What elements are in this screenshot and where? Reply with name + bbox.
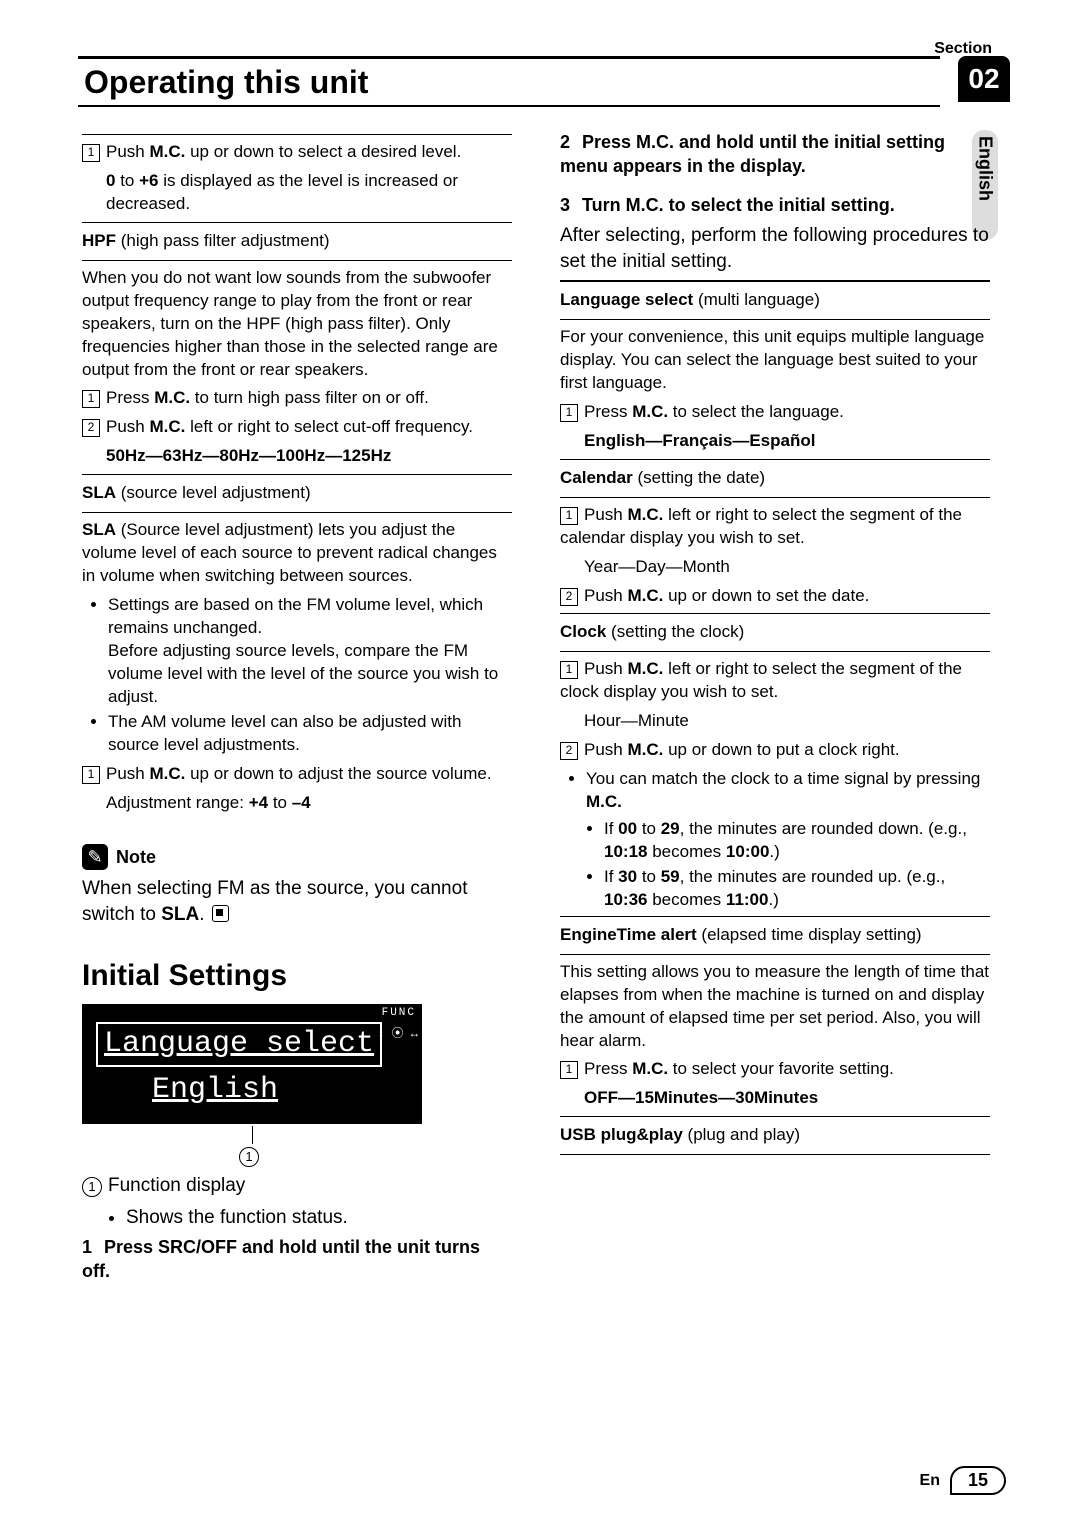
language-options: English—Français—Español	[584, 431, 815, 450]
step-index-icon: 2	[560, 588, 578, 606]
callout-pointer: 1	[82, 1126, 422, 1167]
clock-round-up: If 30 to 59, the minutes are rounded up.…	[604, 866, 990, 912]
clock-round-down: If 00 to 29, the minutes are rounded dow…	[604, 818, 990, 864]
initial-settings-heading: Initial Settings	[82, 956, 512, 997]
step-3: 3Turn M.C. to select the initial setting…	[560, 193, 990, 217]
loudness-step: Push M.C. up or down to select a desired…	[106, 142, 461, 161]
page-title: Operating this unit	[84, 64, 368, 101]
step-index-icon: 1	[560, 661, 578, 679]
step-2: 2Press M.C. and hold until the initial s…	[560, 130, 990, 179]
enginetime-description: This setting allows you to measure the l…	[560, 961, 990, 1053]
hpf-frequencies: 50Hz—63Hz—80Hz—100Hz—125Hz	[106, 446, 391, 465]
usb-heading: USB plug&play (plug and play)	[560, 1121, 990, 1150]
end-icon	[212, 905, 229, 922]
loudness-range: 0 to +6 is displayed as the level is inc…	[82, 170, 512, 216]
page-number: 15	[950, 1466, 1006, 1495]
right-column: 2Press M.C. and hold until the initial s…	[560, 130, 990, 1159]
sla-range: Adjustment range: +4 to –4	[82, 792, 512, 815]
step-index-icon: 1	[560, 404, 578, 422]
step-index-icon: 2	[560, 742, 578, 760]
enginetime-options: OFF—15Minutes—30Minutes	[584, 1088, 818, 1107]
enginetime-heading: EngineTime alert (elapsed time display s…	[560, 921, 990, 950]
step-index-icon: 1	[560, 1061, 578, 1079]
step-index-icon: 1	[82, 144, 100, 162]
page-footer: En 15	[920, 1466, 1006, 1495]
callout-index-icon: 1	[82, 1177, 102, 1197]
hpf-heading: HPF (high pass filter adjustment)	[82, 227, 512, 256]
step-3-after: After selecting, perform the following p…	[560, 223, 990, 274]
hpf-description: When you do not want low sounds from the…	[82, 267, 512, 382]
section-number: 02	[958, 56, 1010, 102]
step-index-icon: 2	[82, 419, 100, 437]
callout-bullet: Shows the function status.	[126, 1205, 512, 1231]
step-index-icon: 1	[82, 390, 100, 408]
callout-label: Function display	[108, 1175, 245, 1196]
calendar-heading: Calendar (setting the date)	[560, 464, 990, 493]
language-select-heading: Language select (multi language)	[560, 286, 990, 315]
step-index-icon: 1	[560, 507, 578, 525]
step-index-icon: 1	[82, 766, 100, 784]
page-header: Operating this unit	[78, 56, 940, 107]
step-1: 1Press SRC/OFF and hold until the unit t…	[82, 1235, 512, 1284]
note-icon: ✎	[82, 844, 108, 870]
sla-description: SLA (Source level adjustment) lets you a…	[82, 519, 512, 588]
left-column: 1 Push M.C. up or down to select a desire…	[82, 130, 512, 1283]
clock-heading: Clock (setting the clock)	[560, 618, 990, 647]
sla-heading: SLA (source level adjustment)	[82, 479, 512, 508]
note-block: ✎ Note	[82, 844, 512, 870]
language-select-description: For your convenience, this unit equips m…	[560, 326, 990, 395]
display-illustration: FUNC Language select English ↕ ⦿ ↔	[82, 1004, 422, 1124]
note-text: When selecting FM as the source, you can…	[82, 878, 467, 925]
footer-lang: En	[920, 1472, 940, 1490]
